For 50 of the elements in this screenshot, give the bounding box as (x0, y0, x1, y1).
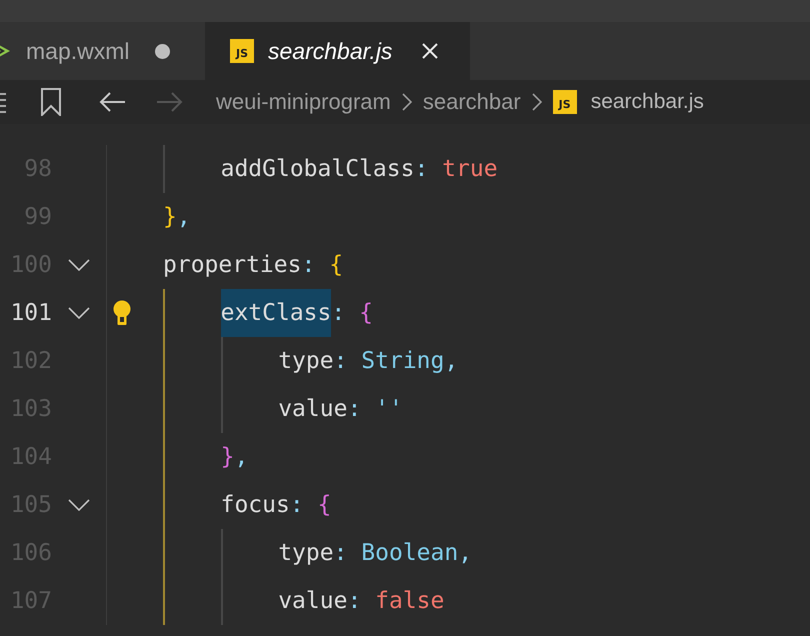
list-icon (0, 91, 8, 113)
keyword: false (374, 588, 444, 614)
punctuation: : (334, 348, 348, 374)
property-name: focus (220, 492, 290, 518)
property-name: value (278, 588, 348, 614)
punctuation: : (347, 588, 362, 614)
breadcrumb-item[interactable]: searchbar (422, 89, 521, 115)
fold-chevron-icon[interactable] (68, 259, 90, 271)
punctuation: , (458, 540, 472, 566)
punctuation: : (334, 540, 348, 566)
breadcrumb-item[interactable]: weui-miniprogram (216, 89, 391, 115)
back-arrow-icon[interactable] (98, 91, 126, 113)
brace: { (328, 252, 344, 278)
string-literal: '' (374, 396, 403, 422)
brace: } (163, 204, 177, 230)
property-name: addGlobalClass (220, 156, 414, 182)
punctuation: , (234, 444, 248, 470)
chevron-right-icon (530, 91, 543, 113)
punctuation: : (290, 492, 304, 518)
type-name: String (360, 348, 444, 374)
punctuation: : (414, 156, 428, 182)
tab-label: map.wxml (26, 38, 130, 64)
breadcrumb-item[interactable]: searchbar.js (590, 90, 704, 114)
bookmark-icon (40, 88, 62, 116)
js-file-icon: JS (230, 39, 254, 63)
punctuation: , (176, 204, 191, 230)
property-name: type (278, 540, 334, 566)
brace: } (220, 444, 234, 470)
brace: { (316, 492, 332, 518)
js-file-icon: JS (552, 90, 577, 114)
punctuation: : (331, 300, 346, 326)
editor-tab[interactable]: JS searchbar.js (205, 22, 470, 80)
fold-chevron-icon[interactable] (68, 499, 90, 511)
punctuation: : (347, 396, 362, 422)
property-name: properties (163, 252, 302, 278)
keyword: true (441, 156, 498, 182)
editor-tab[interactable]: map.wxml (0, 22, 205, 80)
property-name: extClass (220, 289, 332, 337)
lightbulb-icon[interactable] (113, 300, 131, 326)
brace: { (358, 300, 373, 326)
property-name: value (278, 396, 348, 422)
fold-chevron-icon[interactable] (68, 307, 90, 319)
property-name: type (278, 348, 334, 374)
tab-label: searchbar.js (268, 38, 392, 64)
type-name: Boolean (360, 540, 458, 566)
line-number: 101 (9, 300, 52, 326)
punctuation: , (444, 348, 458, 374)
chevron-right-icon (400, 91, 413, 113)
punctuation: : (301, 252, 316, 278)
close-icon[interactable] (420, 41, 440, 61)
